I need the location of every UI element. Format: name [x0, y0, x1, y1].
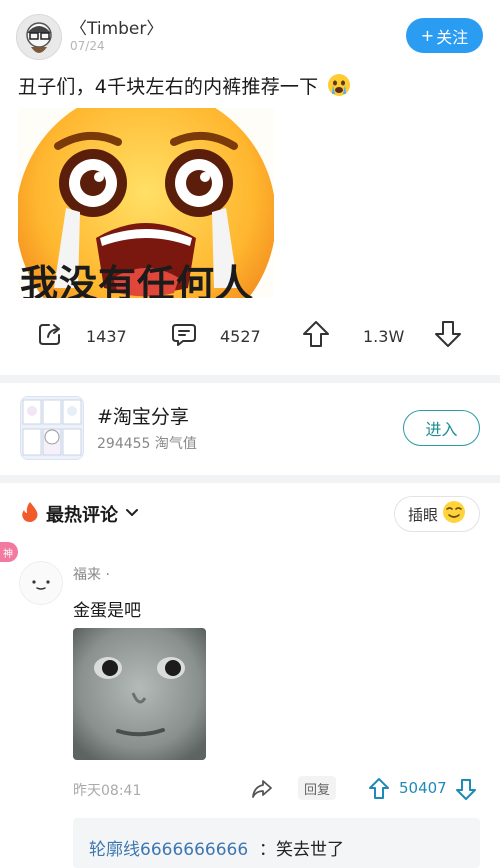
comment-time: 昨天08:41 [73, 783, 142, 799]
chevron-down-icon [124, 504, 140, 524]
comment-count: 4527 [220, 326, 261, 346]
insert-label: 插眼 [407, 505, 438, 524]
comment-text: 金蛋是吧 [73, 601, 141, 621]
image-caption: 我没有任何人 [20, 262, 255, 298]
post-date: 07/24 [70, 39, 105, 53]
comment-downvote-icon[interactable] [455, 777, 477, 805]
crying-face-icon [327, 73, 351, 102]
topic-thumbnail[interactable] [20, 396, 84, 460]
post-text: 丑子们，4千块左右的内裤推荐一下 [18, 72, 351, 102]
comment-icon [170, 320, 198, 352]
commenter-avatar[interactable] [19, 561, 63, 605]
topic-meta: 294455 淘气值 [97, 436, 197, 452]
downvote-arrow-icon [433, 319, 463, 353]
post-text-content: 丑子们，4千块左右的内裤推荐一下 [18, 76, 319, 98]
upvote-arrow-icon [301, 319, 331, 353]
enter-topic-button[interactable]: 进入 [403, 410, 480, 446]
sub-reply-text: ：笑去世了 [259, 840, 344, 860]
smiling-face-icon [442, 500, 466, 528]
staring-face-meme [73, 628, 206, 760]
commenter-username[interactable]: 福来 · [73, 564, 110, 584]
downvote-action[interactable] [433, 318, 463, 354]
share-comment-icon[interactable] [250, 777, 274, 805]
follow-label: 关注 [436, 27, 469, 47]
bookmark-eye-button[interactable]: 插眼 [394, 496, 480, 532]
comment-upvote-icon[interactable] [368, 777, 390, 805]
share-count: 1437 [86, 326, 127, 346]
share-action[interactable]: 1437 [36, 318, 127, 354]
upvote-action[interactable]: 1.3W [301, 318, 404, 354]
hot-comments-sort[interactable]: 最热评论 [20, 501, 140, 527]
comment-image[interactable] [73, 628, 206, 760]
comment-like-count: 50407 [399, 779, 447, 797]
reply-button[interactable]: 回复 [298, 776, 336, 800]
sub-reply-username[interactable]: 轮廓线6666666666 [89, 835, 248, 860]
god-comment-tag: 神 [0, 542, 18, 562]
plus-icon: + [420, 26, 435, 45]
upvote-count: 1.3W [363, 326, 405, 346]
author-username[interactable]: 〈Timber〉 [70, 14, 163, 39]
sub-reply[interactable]: 轮廓线6666666666 ：笑去世了 [73, 818, 480, 868]
share-icon [36, 320, 64, 352]
topic-title[interactable]: #淘宝分享 [97, 402, 189, 429]
section-divider [0, 475, 500, 483]
section-divider [0, 375, 500, 383]
author-avatar[interactable] [16, 14, 62, 60]
comment-action[interactable]: 4527 [170, 318, 261, 354]
follow-button[interactable]: + 关注 [406, 18, 483, 53]
post-image[interactable]: 我没有任何人 [18, 108, 274, 298]
fire-icon [20, 501, 40, 527]
hot-comments-label: 最热评论 [46, 505, 118, 526]
